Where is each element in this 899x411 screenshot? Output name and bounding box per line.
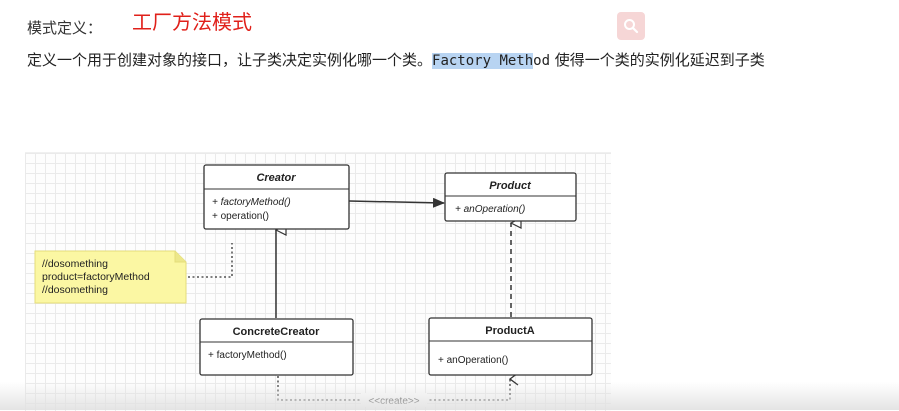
class-concrete-creator[interactable]: ConcreteCreator + factoryMethod() [199,318,354,376]
search-icon [624,19,639,34]
method: + anOperation() [455,204,525,215]
code-highlight: Factory Meth [432,53,534,69]
note-connector [188,243,233,278]
class-product-a[interactable]: ProductA + anOperation() [428,317,593,376]
note-line: product=factoryMethod [42,271,150,283]
definition-part1: 定义一个用于创建对象的接口，让子类决定实例化哪一个类。 [27,51,433,69]
method: + operation() [212,211,269,222]
class-name: Product [489,180,532,192]
note-line: //dosomething [42,284,108,296]
class-name: ConcreteCreator [233,326,321,338]
uml-canvas: <<create>> Creator + factoryMethod() + o… [25,152,611,411]
definition-part2: 使得一个类的实例化延迟到子类 [550,51,765,69]
create-label: <<create>> [368,396,419,407]
note-line: //dosomething [42,258,108,270]
pattern-title: 工厂方法模式 [132,10,253,34]
note[interactable]: //dosomething product=factoryMethod //do… [34,250,187,304]
uml-diagram: <<create>> Creator + factoryMethod() + o… [34,164,593,407]
definition-text: 定义一个用于创建对象的接口，让子类决定实例化哪一个类。Factory Metho… [27,49,765,70]
method: + factoryMethod() [212,197,291,208]
class-product[interactable]: Product + anOperation() [444,172,577,222]
method: + anOperation() [438,355,508,366]
heading: 模式定义： 工厂方法模式 [27,10,252,39]
association-line [348,197,445,208]
method: + factoryMethod() [208,350,287,361]
search-button[interactable] [617,12,645,40]
code-rest: od [533,53,551,69]
class-name: Creator [256,172,296,184]
heading-label: 模式定义： [27,19,103,37]
class-name: ProductA [485,325,535,337]
class-creator[interactable]: Creator + factoryMethod() + operation() [203,164,350,230]
